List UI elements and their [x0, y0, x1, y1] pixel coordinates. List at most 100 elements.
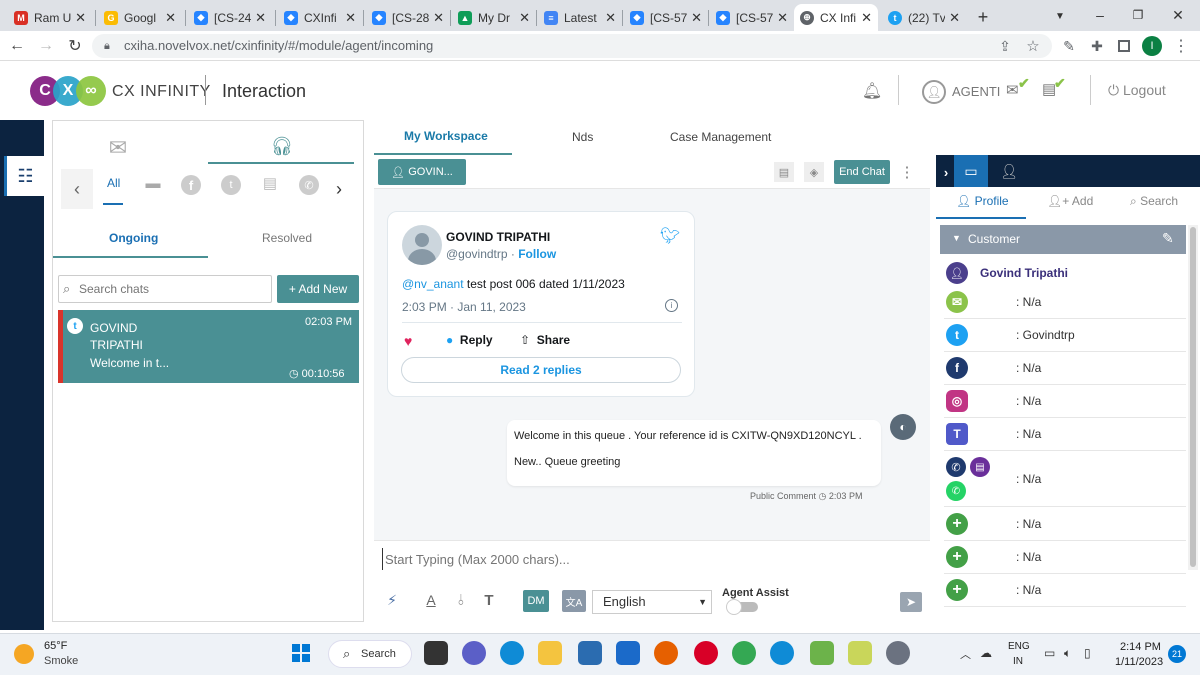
edge-icon[interactable]: [500, 641, 524, 665]
close-icon[interactable]: ✕: [433, 10, 444, 26]
agent-workspace-icon[interactable]: ☷: [4, 156, 44, 196]
close-icon[interactable]: ✕: [519, 10, 530, 26]
chat-list-item[interactable]: t GOVIND TRIPATHI Welcome in t... 02:03 …: [58, 310, 359, 383]
agent-assist-toggle[interactable]: [726, 599, 758, 615]
photos-icon[interactable]: [810, 641, 834, 665]
text-template-icon[interactable]: T: [480, 590, 498, 610]
restore-icon[interactable]: ❐: [1128, 5, 1148, 25]
close-icon[interactable]: ✕: [345, 10, 356, 26]
kebab-menu-icon[interactable]: ⋮: [1172, 37, 1190, 55]
browser-tab[interactable]: G Googl ✕: [98, 4, 182, 31]
dm-button[interactable]: DM: [523, 590, 549, 612]
send-icon[interactable]: ➤: [900, 592, 922, 612]
browser-tab[interactable]: ◆ [CS-57 ✕: [624, 4, 708, 31]
format-text-icon[interactable]: A: [422, 590, 440, 610]
bell-icon[interactable]: 🔔︎: [862, 81, 882, 101]
like-heart-icon[interactable]: ♥: [404, 333, 412, 349]
attachment-icon[interactable]: ⫰: [452, 590, 470, 610]
windows-start-icon[interactable]: [292, 644, 310, 662]
back-arrow-icon[interactable]: ←: [8, 37, 26, 55]
minimize-icon[interactable]: –: [1090, 5, 1110, 25]
teams-chat-icon[interactable]: [462, 641, 486, 665]
tray-cloud-icon[interactable]: ☁: [980, 646, 992, 660]
twitter-filter-icon[interactable]: t: [221, 175, 241, 195]
close-icon[interactable]: ✕: [861, 10, 872, 26]
notepad-icon[interactable]: [848, 641, 872, 665]
chevron-down-icon[interactable]: ▼: [1050, 6, 1070, 26]
more-icon[interactable]: ⋮: [900, 162, 915, 182]
tab-my-workspace[interactable]: My Workspace: [404, 129, 488, 143]
bookmark-star-icon[interactable]: ☆: [1024, 37, 1042, 55]
browser-tab[interactable]: ▲ My Dr ✕: [452, 4, 536, 31]
task-view-icon[interactable]: [424, 641, 448, 665]
transcript-icon[interactable]: ▤: [774, 162, 794, 182]
network-icon[interactable]: ▭: [1044, 646, 1055, 660]
chrome-icon[interactable]: [732, 641, 756, 665]
store-icon[interactable]: [578, 641, 602, 665]
chevron-left-icon[interactable]: ‹: [61, 169, 93, 209]
profile-card-icon[interactable]: ▭: [954, 155, 988, 187]
settings-gear-icon[interactable]: [886, 641, 910, 665]
info-icon[interactable]: i: [665, 299, 678, 312]
tab-resolved[interactable]: Resolved: [262, 231, 312, 245]
email-channel-icon[interactable]: ✉: [103, 135, 133, 160]
tab-case-management[interactable]: Case Management: [670, 130, 771, 144]
browser-tab[interactable]: ◆ [CS-28 ✕: [366, 4, 450, 31]
search-chats-field[interactable]: ⌕: [58, 275, 272, 303]
tab-ongoing[interactable]: Ongoing: [109, 231, 158, 245]
message-composer[interactable]: [382, 548, 922, 570]
reload-icon[interactable]: ↻: [66, 37, 84, 55]
opera-icon[interactable]: [694, 641, 718, 665]
window-close-icon[interactable]: ✕: [1168, 5, 1188, 25]
forward-arrow-icon[interactable]: →: [37, 37, 55, 55]
tab-profile[interactable]: 👤︎ Profile: [956, 194, 1009, 208]
agent-avatar-icon[interactable]: 👤︎: [922, 80, 946, 104]
end-chat-button[interactable]: End Chat: [834, 160, 890, 184]
new-tab-icon[interactable]: +: [972, 6, 994, 28]
battery-icon[interactable]: ▯: [1084, 646, 1091, 660]
close-icon[interactable]: ✕: [605, 10, 616, 26]
edit-pencil-icon[interactable]: ✎: [1162, 230, 1174, 247]
search-input[interactable]: [79, 279, 267, 299]
chevron-right-icon[interactable]: ›: [323, 169, 355, 209]
mail-icon[interactable]: [616, 641, 640, 665]
close-icon[interactable]: ✕: [255, 10, 266, 26]
browser-tab[interactable]: ≡ Latest ✕: [538, 4, 622, 31]
browser-tab-active[interactable]: ⊕ CX Infi ✕: [794, 4, 878, 31]
close-icon[interactable]: ✕: [165, 10, 176, 26]
reply-button[interactable]: ● Reply: [446, 333, 493, 347]
eyedropper-icon[interactable]: ✎: [1060, 37, 1078, 55]
share-button[interactable]: ⇧ Share: [520, 333, 570, 347]
add-icon[interactable]: +: [946, 513, 968, 535]
filter-all[interactable]: All: [107, 176, 120, 190]
tab-nds[interactable]: Nds: [572, 130, 593, 144]
user-settings-icon[interactable]: 👤︎: [992, 155, 1026, 187]
browser-tab[interactable]: ◆ [CS-24 ✕: [188, 4, 272, 31]
taskbar-search[interactable]: ⌕ Search: [328, 640, 412, 668]
tab-search[interactable]: ⌕ Search: [1130, 194, 1178, 209]
volume-icon[interactable]: 🔈︎: [1064, 646, 1071, 661]
edge-dev-icon[interactable]: [770, 641, 794, 665]
extensions-icon[interactable]: ✚: [1088, 37, 1106, 55]
logout-button[interactable]: ⏻ Logout: [1108, 82, 1166, 99]
chat-filter-icon[interactable]: ▬: [143, 174, 163, 192]
browser-tab[interactable]: ◆ [CS-57 ✕: [710, 4, 794, 31]
translate-icon[interactable]: 文A: [562, 590, 586, 612]
address-bar[interactable]: 🔒︎ cxiha.novelvox.net/cxinfinity/#/modul…: [92, 34, 1052, 58]
chat-agent-icon[interactable]: 🎧︎: [267, 133, 297, 159]
sms-filter-icon[interactable]: ▤: [260, 174, 280, 192]
close-icon[interactable]: ✕: [691, 10, 702, 26]
whatsapp-filter-icon[interactable]: ✆: [299, 175, 319, 195]
file-explorer-icon[interactable]: [538, 641, 562, 665]
collapse-panel-icon[interactable]: ›: [938, 161, 954, 183]
close-icon[interactable]: ✕: [949, 10, 960, 26]
add-icon[interactable]: +: [946, 546, 968, 568]
close-icon[interactable]: ✕: [75, 10, 86, 26]
facebook-filter-icon[interactable]: f: [181, 175, 201, 195]
profile-avatar[interactable]: I: [1142, 36, 1162, 56]
browser-tab[interactable]: ◆ CXInfi ✕: [278, 4, 362, 31]
scrollbar[interactable]: [1188, 225, 1198, 570]
agent-name[interactable]: AGENTI: [952, 84, 1000, 99]
notification-badge[interactable]: 21: [1168, 645, 1186, 663]
contact-chip[interactable]: 👤︎ GOVIN...: [378, 159, 466, 185]
